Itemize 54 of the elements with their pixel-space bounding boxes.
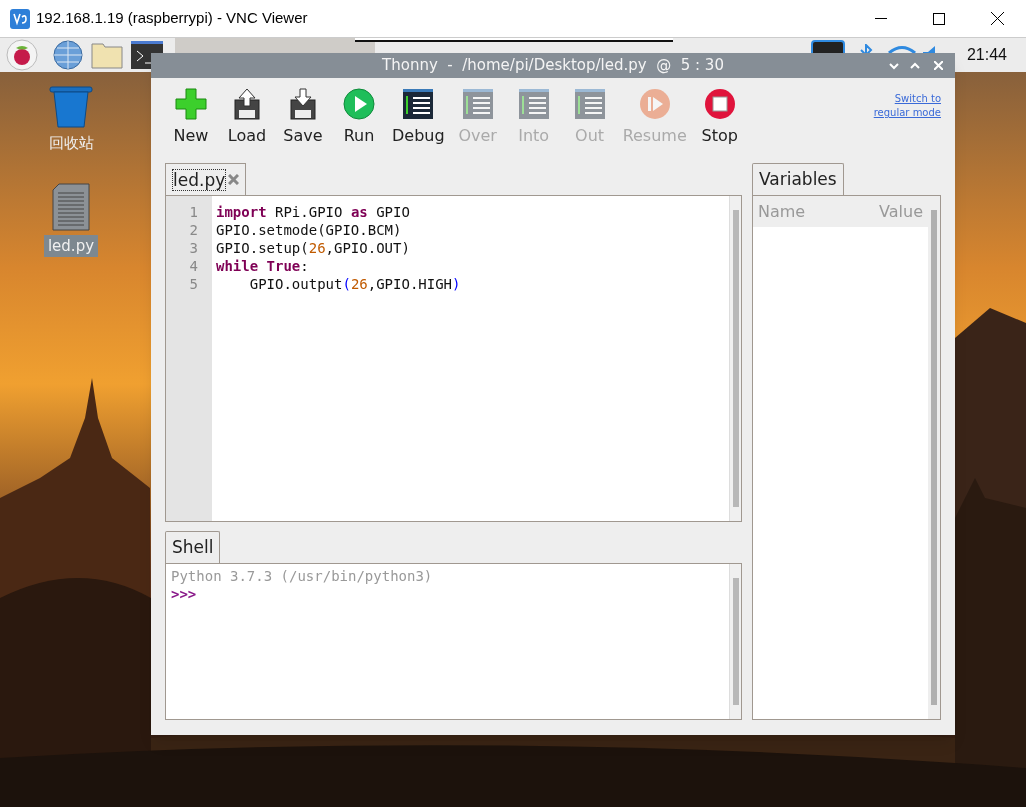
line-number: 5: [188, 275, 199, 293]
list-icon: [402, 88, 435, 120]
toolbar-button[interactable]: Run: [331, 88, 387, 148]
code-line: GPIO.output(26,GPIO.HIGH): [248, 275, 462, 293]
trash-can-icon[interactable]: [49, 86, 93, 128]
line-number: 3: [188, 239, 199, 257]
code-line: GPIO.setup(26,GPIO.OUT): [216, 239, 411, 257]
line-number: 1: [188, 203, 199, 221]
toolbar-button[interactable]: Stop: [691, 88, 748, 148]
line-number: 4: [188, 257, 199, 275]
list-icon: [573, 88, 606, 120]
floppy-up-arrow-icon: [233, 88, 261, 120]
toolbar-button[interactable]: Debug: [387, 88, 450, 148]
app-logo-icon: [10, 8, 30, 29]
floppy-down-arrow-icon: [289, 88, 317, 120]
line-number: 2: [188, 221, 199, 239]
chevron-up-icon[interactable]: [910, 61, 920, 70]
clock: 21:44: [966, 45, 1007, 65]
stop-icon: [703, 88, 736, 120]
list-icon: [517, 88, 550, 120]
resume-icon: [638, 88, 671, 120]
toolbar-button[interactable]: New: [163, 88, 219, 148]
file-tab[interactable]: led.py: [165, 163, 247, 195]
shell-tab[interactable]: Shell: [165, 531, 221, 563]
close-icon: [990, 12, 1004, 25]
vnc-icon[interactable]: [810, 40, 845, 53]
minimize-icon: [875, 17, 887, 20]
window-title: Thonny - /home/pi/Desktop/led.py @ 5 : 30: [382, 55, 724, 77]
scrollbar[interactable]: [928, 196, 940, 719]
toolbar-button[interactable]: Save: [275, 88, 331, 148]
shell-output-text: Python 3.7.3 (/usr/bin/python3): [171, 567, 434, 585]
scrollbar[interactable]: [729, 196, 741, 521]
close-icon[interactable]: [228, 174, 240, 185]
shell-prompt: >>>: [171, 585, 198, 603]
variables-tab[interactable]: Variables: [752, 163, 844, 195]
raspberry-icon[interactable]: [6, 39, 38, 71]
maximize-icon: [933, 12, 945, 25]
list-icon: [461, 88, 494, 120]
code-line: while True:: [216, 257, 310, 275]
window-title: 192.168.1.19 (raspberrypi) - VNC Viewer: [36, 8, 308, 29]
bluetooth-icon[interactable]: [858, 44, 873, 53]
toolbar-button[interactable]: Load: [219, 88, 275, 148]
chevron-down-icon[interactable]: [889, 61, 899, 70]
play-icon: [343, 88, 375, 120]
scrollbar[interactable]: [729, 564, 741, 719]
folder-icon[interactable]: [91, 41, 123, 69]
plus-icon: [175, 88, 207, 120]
wifi-icon[interactable]: [886, 44, 917, 53]
icon-label[interactable]: 回收站: [44, 132, 98, 155]
mode-link[interactable]: Switch to regular mode: [871, 92, 941, 120]
document-icon[interactable]: [52, 182, 90, 231]
globe-icon[interactable]: [53, 40, 83, 70]
code-line: import RPi.GPIO as GPIO: [216, 203, 411, 221]
code-line: GPIO.setmode(GPIO.BCM): [216, 221, 403, 239]
